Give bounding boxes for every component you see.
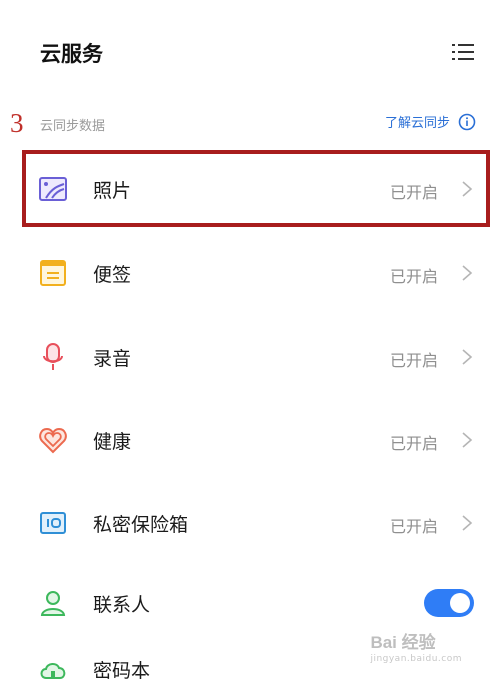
step-annotation: 3	[10, 108, 24, 138]
highlight-annotation-box	[22, 150, 490, 227]
microphone-icon	[38, 342, 68, 372]
sync-status: 已开启	[389, 434, 438, 453]
chevron-right-icon	[462, 515, 473, 531]
chevron-right-icon	[462, 349, 473, 365]
list-menu-icon[interactable]	[452, 42, 474, 62]
section-label: 云同步数据	[40, 119, 106, 134]
toggle-knob	[450, 593, 470, 613]
health-heart-icon	[38, 425, 68, 455]
header-bar: 云服务	[0, 0, 500, 100]
sync-status: 已开启	[389, 267, 438, 286]
contact-person-icon	[38, 588, 68, 618]
sync-item-private-safe[interactable]: 私密保险箱 已开启	[0, 486, 500, 556]
chevron-right-icon	[462, 432, 473, 448]
sync-item-notes[interactable]: 便签 已开启	[0, 236, 500, 306]
watermark-main-text: Bai 经验	[370, 633, 436, 652]
note-icon	[38, 258, 68, 288]
sync-item-label: 私密保险箱	[93, 514, 189, 536]
sync-status: 已开启	[389, 517, 438, 536]
password-book-icon	[38, 654, 68, 681]
sync-item-label: 健康	[93, 431, 132, 453]
sync-status: 已开启	[389, 351, 438, 370]
chevron-right-icon	[462, 265, 473, 281]
sync-item-recordings[interactable]: 录音 已开启	[0, 320, 500, 390]
sync-item-label: 联系人	[93, 594, 151, 616]
learn-cloud-sync-label[interactable]: 了解云同步	[385, 112, 450, 131]
safe-box-icon	[38, 508, 68, 538]
sync-item-health[interactable]: 健康 已开启	[0, 403, 500, 473]
info-icon[interactable]	[458, 113, 476, 131]
sync-item-label: 录音	[93, 348, 132, 370]
cloud-sync-section-header: 3 云同步数据 了解云同步	[0, 108, 500, 138]
sync-item-contacts[interactable]: 联系人	[0, 566, 500, 636]
baidu-jingyan-watermark: Bai 经验 jingyan.baidu.com	[370, 628, 462, 664]
learn-cloud-sync-link[interactable]: 了解云同步	[385, 112, 476, 131]
sync-item-label: 密码本	[93, 660, 151, 681]
contacts-sync-toggle[interactable]	[424, 589, 474, 617]
page-title: 云服务	[40, 42, 103, 66]
sync-item-label: 便签	[93, 264, 132, 286]
watermark-sub-text: jingyan.baidu.com	[370, 654, 462, 664]
